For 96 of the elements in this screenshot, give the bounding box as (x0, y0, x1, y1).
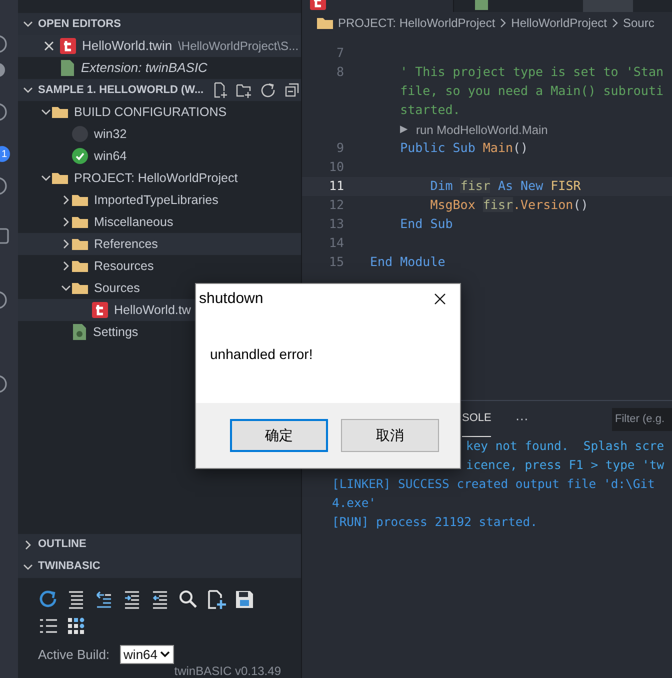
empty-circle-icon (72, 126, 88, 142)
code-line: End Sub (400, 215, 453, 234)
file-icon (60, 60, 75, 76)
tree-label: Resources (94, 258, 154, 275)
version-text: twinBASIC v0.13.49 (174, 665, 281, 677)
close-icon[interactable] (434, 293, 446, 305)
tree-label: win32 (94, 126, 127, 143)
section-title[interactable]: TWINBASIC (38, 558, 100, 575)
chevron-right-icon (498, 17, 508, 29)
editor-tab[interactable] (302, 0, 453, 12)
align-lines-icon[interactable] (66, 588, 86, 610)
tree-item[interactable]: Resources (18, 255, 301, 277)
save-icon[interactable] (234, 588, 254, 610)
line-number: 13 (328, 216, 344, 232)
tree-label: ImportedTypeLibraries (94, 192, 218, 209)
tree-item[interactable]: win64 (18, 145, 301, 167)
open-editor-item[interactable]: HelloWorld.twin \HelloWorldProject\S... (18, 35, 301, 57)
file-name: Extension: twinBASIC (81, 59, 208, 78)
dialog-button[interactable]: 取消 (341, 419, 439, 452)
tree-item[interactable]: Miscellaneous (18, 211, 301, 233)
code-line: MsgBox fisr.Version() (430, 196, 588, 214)
code-line: Public Sub Main() (400, 139, 528, 158)
breadcrumb-item[interactable]: PROJECT: HelloWorldProject (338, 14, 496, 32)
check-circle-icon (72, 148, 88, 164)
code-lens-link[interactable]: run ModHelloWorld.Main (416, 120, 548, 138)
run-icon[interactable]: ▶ (400, 122, 408, 137)
t-file-icon (92, 302, 108, 318)
tree-label: win64 (94, 148, 127, 165)
folder-icon (72, 215, 88, 229)
tree-label: HelloWorld.tw (114, 302, 191, 319)
tree-item[interactable]: BUILD CONFIGURATIONS (18, 101, 301, 123)
tree-label: Settings (93, 324, 138, 341)
folder-icon (72, 237, 88, 251)
dialog-button[interactable]: 确定 (230, 419, 328, 452)
gear-file-icon (72, 324, 87, 340)
tree-item[interactable]: win32 (18, 123, 301, 145)
line-number: 14 (328, 235, 344, 250)
line-number: 10 (328, 159, 344, 174)
line-number: 9 (336, 140, 344, 156)
search-icon[interactable] (178, 588, 198, 610)
chevron-down-icon (160, 649, 170, 660)
dialog-message: unhandled error! (210, 345, 313, 364)
line-number: 7 (336, 45, 344, 60)
tree-item[interactable]: Settings (18, 321, 301, 343)
t-file-icon (60, 38, 76, 54)
tree-label: Miscellaneous (94, 214, 174, 231)
tree-item[interactable]: PROJECT: HelloWorldProject (18, 167, 301, 189)
line-number: 11 (328, 178, 344, 194)
folder-icon (52, 171, 68, 185)
output-line: [RUN] process 21192 started. (332, 514, 538, 532)
file-path: \HelloWorldProject\S... (178, 38, 299, 55)
code-line: End Module (370, 253, 446, 272)
line-number: 8 (336, 64, 344, 80)
output-line: 4.exe' (332, 495, 376, 512)
tree-item[interactable]: ImportedTypeLibraries (18, 189, 301, 211)
line-number: 12 (328, 197, 344, 212)
more-button[interactable]: ··· (515, 409, 528, 429)
folder-icon (72, 281, 88, 295)
field-label: Active Build: (38, 646, 110, 664)
tree-label: Sources (94, 280, 140, 297)
line-number: 15 (328, 254, 344, 270)
tree-label: BUILD CONFIGURATIONS (74, 104, 227, 121)
breadcrumb-item[interactable]: HelloWorldProject (511, 14, 607, 32)
code-line: started. (400, 101, 460, 120)
folder-icon (72, 259, 88, 273)
code-line: ' This project type is set to 'Stan (400, 63, 664, 82)
code-line: file, so you need a Main() subrouti (400, 82, 664, 100)
chevron-right-icon (610, 17, 620, 29)
output-line: key not found. Splash scre (466, 438, 664, 456)
build-select[interactable]: win64 (120, 644, 174, 664)
tree-item[interactable]: References (18, 233, 301, 255)
outdent-icon[interactable] (94, 588, 114, 610)
filter-field[interactable]: Filter (e.g. (612, 408, 672, 430)
output-line: [LINKER] SUCCESS created output file 'd:\Git (332, 476, 655, 494)
code-line: Dim fisr As New FISR (430, 177, 581, 196)
badge: 1 (0, 146, 10, 162)
folder-icon (72, 193, 88, 207)
tree-label: PROJECT: HelloWorldProject (74, 170, 238, 187)
tree-label: References (94, 236, 158, 253)
section-title[interactable]: OUTLINE (38, 536, 86, 553)
panel-tab[interactable]: SOLE (462, 401, 492, 437)
breadcrumb-item[interactable]: Sourc (622, 14, 654, 32)
collapse-icon[interactable] (284, 82, 300, 98)
indent-icon[interactable] (122, 588, 142, 610)
file-name: HelloWorld.twin (82, 37, 172, 56)
new-file-icon[interactable] (206, 588, 226, 610)
grid-icon[interactable] (66, 616, 86, 636)
folder-icon (52, 105, 68, 119)
new-file-icon[interactable] (212, 82, 228, 98)
new-folder-icon[interactable] (236, 82, 252, 98)
folder-icon (317, 16, 333, 30)
open-editor-item[interactable]: Extension: twinBASIC (18, 57, 301, 79)
refresh-icon[interactable] (38, 588, 58, 610)
unindent-icon[interactable] (150, 588, 170, 610)
output-line: icence, press F1 > type 'tw (466, 457, 664, 474)
refresh-icon[interactable] (260, 82, 276, 98)
